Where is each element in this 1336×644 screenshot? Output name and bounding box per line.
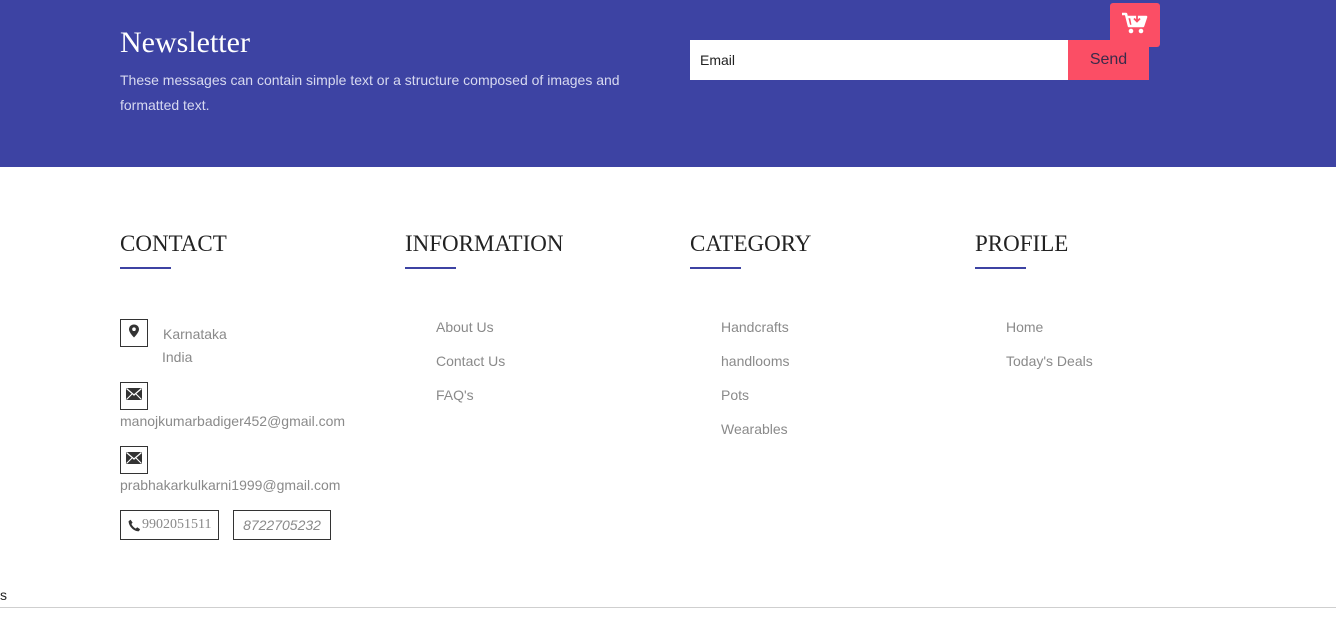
link-wearables[interactable]: Wearables (721, 420, 790, 454)
link-faqs[interactable]: FAQ's (436, 386, 505, 420)
link-home[interactable]: Home (1006, 318, 1093, 352)
contact-title-underline (120, 267, 171, 269)
cart-button[interactable] (1110, 3, 1160, 47)
envelope-icon (126, 451, 142, 469)
profile-column: PROFILE Home Today's Deals (975, 230, 1215, 430)
profile-links: Home Today's Deals (1006, 318, 1093, 386)
profile-title-underline (975, 267, 1026, 269)
information-title-underline (405, 267, 456, 269)
footer-divider (0, 607, 1336, 608)
link-todays-deals[interactable]: Today's Deals (1006, 352, 1093, 386)
email-icon-box-1 (120, 382, 148, 410)
newsletter-section: Newsletter These messages can contain si… (0, 0, 1336, 167)
link-handcrafts[interactable]: Handcrafts (721, 318, 790, 352)
newsletter-description: These messages can contain simple text o… (120, 72, 620, 113)
stray-text: s (0, 587, 7, 603)
email-icon-box-2 (120, 446, 148, 474)
profile-title: PROFILE (975, 231, 1069, 256)
location-line-2: India (162, 349, 193, 365)
category-title-underline (690, 267, 741, 269)
category-title: CATEGORY (690, 231, 812, 256)
email-input[interactable] (690, 40, 1068, 80)
link-handlooms[interactable]: handlooms (721, 352, 790, 386)
link-contact-us[interactable]: Contact Us (436, 352, 505, 386)
phone-box-1[interactable]: 9902051511 (120, 510, 219, 540)
contact-title: CONTACT (120, 231, 227, 256)
location-icon-box (120, 319, 148, 347)
phone-number-1: 9902051511 (142, 517, 212, 532)
phone-number-2: 8722705232 (243, 517, 321, 533)
cart-icon (1121, 11, 1149, 40)
contact-column: CONTACT Karnataka India manojkumarbadige… (120, 230, 380, 550)
category-links: Handcrafts handlooms Pots Wearables (721, 318, 790, 454)
link-pots[interactable]: Pots (721, 386, 790, 420)
information-column: INFORMATION About Us Contact Us FAQ's (405, 230, 645, 430)
information-links: About Us Contact Us FAQ's (436, 318, 505, 420)
information-title: INFORMATION (405, 231, 564, 256)
category-column: CATEGORY Handcrafts handlooms Pots Weara… (690, 230, 930, 460)
email-link-1[interactable]: manojkumarbadiger452@gmail.com (120, 413, 345, 429)
envelope-icon (126, 387, 142, 405)
phone-box-2[interactable]: 8722705232 (233, 510, 331, 540)
newsletter-title: Newsletter (120, 26, 250, 59)
location-line-1: Karnataka (163, 326, 227, 342)
link-about-us[interactable]: About Us (436, 318, 505, 352)
email-link-2[interactable]: prabhakarkulkarni1999@gmail.com (120, 477, 340, 493)
phone-icon (128, 519, 141, 532)
map-marker-icon (128, 324, 140, 343)
